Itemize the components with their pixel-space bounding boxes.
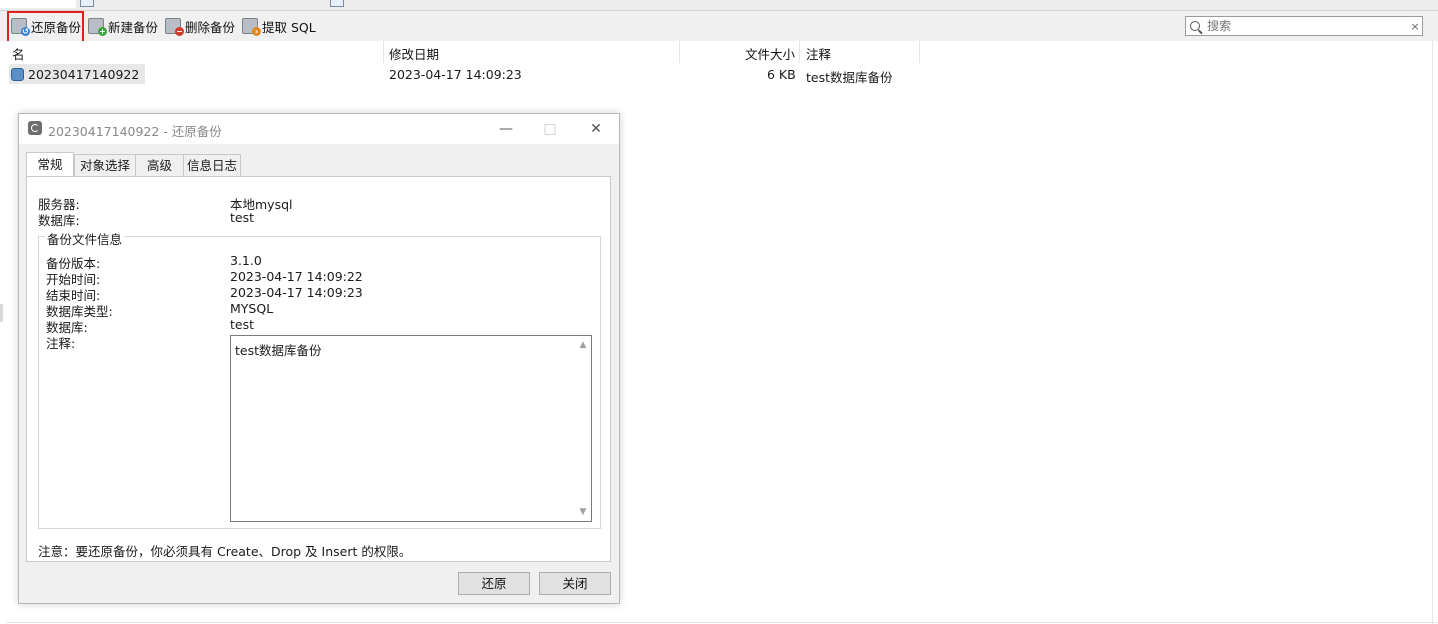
column-divider[interactable] [679, 41, 680, 63]
tab-strip [0, 0, 1438, 11]
content-border [6, 622, 1438, 623]
minimize-button[interactable]: — [489, 118, 523, 140]
column-divider[interactable] [383, 41, 384, 63]
restore-highlight-box [7, 11, 84, 45]
new-backup-button[interactable]: + 新建备份 [88, 15, 158, 37]
table-row[interactable]: 20230417140922 2023-04-17 14:09:23 6 KB … [0, 64, 1438, 85]
search-input[interactable] [1205, 18, 1408, 34]
column-header-modified[interactable]: 修改日期 [389, 44, 439, 63]
restore-button[interactable]: 还原 [458, 572, 530, 595]
tab-general[interactable]: 常规 [26, 152, 74, 176]
column-header-size[interactable]: 文件大小 [745, 44, 795, 63]
scroll-down-icon[interactable]: ▼ [578, 507, 588, 517]
delete-backup-icon: − [165, 18, 184, 36]
dialog-titlebar[interactable]: 20230417140922 - 还原备份 — □ ✕ [19, 114, 619, 144]
comment-label: 注释: [46, 336, 76, 351]
backup-info-group: 备份文件信息 备份版本: 3.1.0 开始时间: 2023-04-17 14:0… [38, 229, 601, 529]
comment-textarea[interactable]: test数据库备份 ▲ ▼ [230, 335, 592, 522]
file-size-cell: 6 KB [767, 67, 796, 82]
start-time-value: 2023-04-17 14:09:22 [230, 269, 363, 284]
permission-note: 注意：要还原备份，你必须具有 Create、Drop 及 Insert 的权限。 [38, 544, 412, 559]
backup-file-icon [11, 67, 24, 81]
restore-backup-dialog: 20230417140922 - 还原备份 — □ ✕ 常规 对象选择 高级 信… [18, 113, 620, 604]
end-time-value: 2023-04-17 14:09:23 [230, 285, 363, 300]
list-header: 名 修改日期 文件大小 注释 [0, 41, 1438, 63]
tab-advanced[interactable]: 高级 [135, 154, 184, 176]
restore-icon [28, 121, 42, 135]
clear-search-icon[interactable]: × [1408, 20, 1422, 33]
splitter-handle[interactable] [0, 304, 3, 322]
search-icon [1190, 21, 1200, 31]
comment-cell: test数据库备份 [806, 70, 893, 85]
database-label: 数据库: [38, 213, 80, 228]
delete-backup-button[interactable]: − 删除备份 [165, 15, 235, 37]
tab-query-2[interactable] [330, 0, 350, 8]
column-header-name[interactable]: 名 [12, 44, 25, 63]
extract-sql-icon: › [242, 18, 261, 36]
column-divider[interactable] [919, 41, 920, 63]
extract-sql-button[interactable]: › 提取 SQL [242, 15, 316, 37]
maximize-button[interactable]: □ [533, 118, 567, 140]
tab-objects[interactable] [0, 0, 76, 8]
comment-scrollbar[interactable]: ▲ ▼ [575, 336, 591, 521]
backup-name-cell[interactable]: 20230417140922 [9, 64, 146, 84]
search-box[interactable]: × [1185, 16, 1423, 36]
tab-object-selection[interactable]: 对象选择 [74, 154, 136, 176]
group-title: 备份文件信息 [45, 229, 125, 248]
close-window-button[interactable]: ✕ [579, 118, 613, 140]
tab-message-log[interactable]: 信息日志 [183, 154, 241, 176]
scroll-up-icon[interactable]: ▲ [578, 340, 588, 350]
database-value: test [230, 210, 255, 225]
table-icon [330, 0, 344, 7]
dialog-title: 20230417140922 - 还原备份 [48, 124, 222, 139]
general-panel: 服务器: 本地mysql 数据库: test 备份文件信息 备份版本: 3.1.… [26, 176, 611, 562]
column-divider[interactable] [799, 41, 800, 63]
modified-date-cell: 2023-04-17 14:09:23 [389, 67, 522, 82]
new-backup-icon: + [88, 18, 107, 36]
close-button[interactable]: 关闭 [539, 572, 611, 595]
tab-query-1[interactable] [80, 0, 100, 8]
version-value: 3.1.0 [230, 253, 262, 268]
comment-text: test数据库备份 [235, 343, 322, 358]
table-icon [80, 0, 94, 7]
db-type-value: MYSQL [230, 301, 274, 316]
db-value: test [230, 317, 255, 332]
content-border [1432, 41, 1433, 624]
column-header-comment[interactable]: 注释 [806, 44, 831, 63]
